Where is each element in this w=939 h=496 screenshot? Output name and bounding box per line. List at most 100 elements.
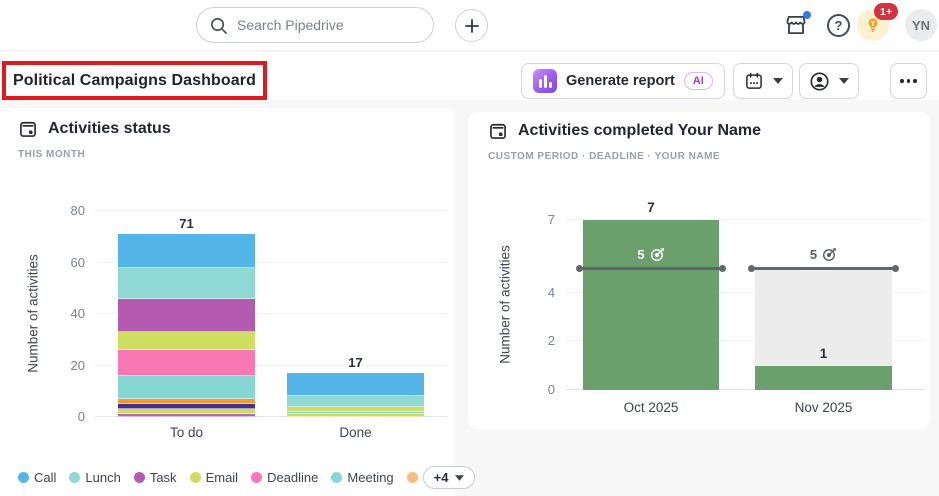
chevron-down-icon xyxy=(772,78,783,84)
legend-swatch xyxy=(331,472,343,483)
goal-value: 5 xyxy=(809,246,818,262)
y-axis-label: Number of activities xyxy=(497,245,513,364)
global-search[interactable] xyxy=(196,7,434,43)
x-axis-label: Oct 2025 xyxy=(623,400,679,415)
y-tick-label: 20 xyxy=(70,357,85,373)
bar-segment-call[interactable] xyxy=(118,234,255,268)
plus-icon xyxy=(464,18,479,33)
legend-more-button[interactable]: +4 xyxy=(422,466,476,489)
legend-more-label: +4 xyxy=(433,470,449,485)
legend-item-task[interactable]: Task xyxy=(133,470,177,485)
y-tick-label: 7 xyxy=(547,212,555,227)
user-avatar[interactable]: YN xyxy=(905,9,937,41)
goal-line xyxy=(748,264,899,272)
date-filter-dropdown[interactable] xyxy=(733,63,793,99)
legend-item-meeting[interactable]: Meeting xyxy=(331,470,394,485)
chevron-down-icon xyxy=(839,78,849,84)
y-tick-label: 80 xyxy=(70,203,85,218)
goal-value-label: 5 xyxy=(755,247,892,262)
legend-item-lunch[interactable]: Lunch xyxy=(69,470,121,485)
bar-segment-other[interactable] xyxy=(118,414,255,417)
bar-segment-email[interactable] xyxy=(118,332,255,351)
calendar-icon xyxy=(490,123,506,139)
person-icon xyxy=(810,71,829,91)
legend-label: Email xyxy=(205,470,239,485)
pipedrive-app: ? 1+ YN Political Campaigns Dashboard Ge… xyxy=(0,0,939,496)
quick-add-button[interactable] xyxy=(455,9,488,42)
bar-segment-lunch[interactable] xyxy=(118,267,255,299)
ai-badge: AI xyxy=(683,72,713,90)
legend-swatch xyxy=(251,472,263,483)
target-goal-icon xyxy=(650,247,664,261)
bar-total-label: 17 xyxy=(348,355,363,371)
activities-completed-subtitle: CUSTOM PERIOD · DEADLINE · YOUR NAME xyxy=(488,151,721,162)
bar-segment-call[interactable] xyxy=(287,373,424,397)
target-goal-icon xyxy=(823,247,836,261)
bar-segment-other[interactable] xyxy=(287,414,424,417)
legend-swatch xyxy=(133,472,145,483)
notification-badge: 1+ xyxy=(874,3,898,20)
legend-item-call[interactable]: Call xyxy=(18,470,56,485)
generate-report-button[interactable]: Generate report AI xyxy=(521,63,725,99)
top-navigation-bar: ? 1+ YN xyxy=(0,0,939,51)
bar-segment-lunch[interactable] xyxy=(287,396,424,407)
search-input[interactable] xyxy=(237,17,407,33)
x-axis-label: To do xyxy=(169,425,204,440)
card-title: Activities status xyxy=(48,120,171,137)
activities-status-plot: 0 20 40 60 80 71 To do 17 Done xyxy=(71,203,447,440)
x-axis-label: Nov 2025 xyxy=(794,400,853,415)
y-tick-label: 4 xyxy=(547,284,555,300)
calendar-icon xyxy=(745,72,762,89)
stacked-bar-to-do[interactable]: 71 xyxy=(118,216,255,417)
y-tick-label: 2 xyxy=(547,333,555,349)
bar-total-label: 71 xyxy=(179,216,194,232)
legend-label: Meeting xyxy=(347,470,394,485)
bar-value-label: 1 xyxy=(819,345,828,361)
y-tick-label: 0 xyxy=(547,382,555,397)
legend-swatch xyxy=(18,472,29,483)
activities-status-legend: +4 Call Lunch Task Email Deadline Meeting xyxy=(18,466,476,489)
y-tick-label: 60 xyxy=(70,254,85,270)
stacked-bar-done[interactable]: 17 xyxy=(287,355,424,417)
gridline xyxy=(95,210,447,211)
bar-segment-task[interactable] xyxy=(118,298,255,333)
completed-bar-oct-2025[interactable] xyxy=(583,220,719,390)
y-tick-label: 0 xyxy=(77,409,85,424)
annotation-highlight-box: Political Campaigns Dashboard xyxy=(2,61,267,100)
dashboard-header: Political Campaigns Dashboard Generate r… xyxy=(0,52,939,141)
bar-value-label: 7 xyxy=(647,200,655,215)
card-title: Activities completed Your Name xyxy=(518,122,762,139)
y-axis-label: Number of activities xyxy=(25,254,41,373)
page-title: Political Campaigns Dashboard xyxy=(13,71,256,89)
completed-bar-nov-2025[interactable] xyxy=(755,365,892,390)
card-filter-subtitle: THIS MONTH xyxy=(18,149,86,160)
legend-swatch xyxy=(69,472,81,483)
legend-label: Deadline xyxy=(267,470,319,485)
ellipsis-icon xyxy=(900,79,917,83)
bar-segment-deadline[interactable] xyxy=(118,350,255,376)
legend-label: Task xyxy=(149,470,177,485)
legend-item-deadline[interactable]: Deadline xyxy=(251,470,318,485)
search-icon xyxy=(210,17,227,34)
x-axis-label: Done xyxy=(339,425,372,440)
y-tick-label: 40 xyxy=(70,306,85,321)
activities-completed-plot: 0 2 4 7 7 5 Oct 2025 1 5 Nov 2025 xyxy=(548,200,925,415)
question-mark-icon: ? xyxy=(834,18,843,33)
help-button[interactable]: ? xyxy=(827,14,850,37)
bar-segment-meeting[interactable] xyxy=(118,375,255,399)
goal-value: 5 xyxy=(637,246,645,262)
marketplace-notification-dot xyxy=(803,11,811,19)
user-filter-dropdown[interactable] xyxy=(799,63,859,99)
legend-label: Lunch xyxy=(85,470,121,485)
more-options-button[interactable] xyxy=(890,63,927,99)
generate-report-label: Generate report xyxy=(566,73,675,89)
report-chart-icon xyxy=(533,69,557,93)
legend-swatch xyxy=(189,472,201,483)
calendar-icon xyxy=(20,121,36,137)
goal-value-label: 5 xyxy=(583,247,719,262)
activities-completed-card: Activities completed Your Name CUSTOM PE… xyxy=(468,112,930,429)
chevron-down-icon xyxy=(455,474,465,481)
activities-status-card: Activities status THIS MONTH Number of a… xyxy=(0,108,476,496)
goal-line xyxy=(576,264,726,272)
legend-item-email[interactable]: Email xyxy=(189,470,239,485)
